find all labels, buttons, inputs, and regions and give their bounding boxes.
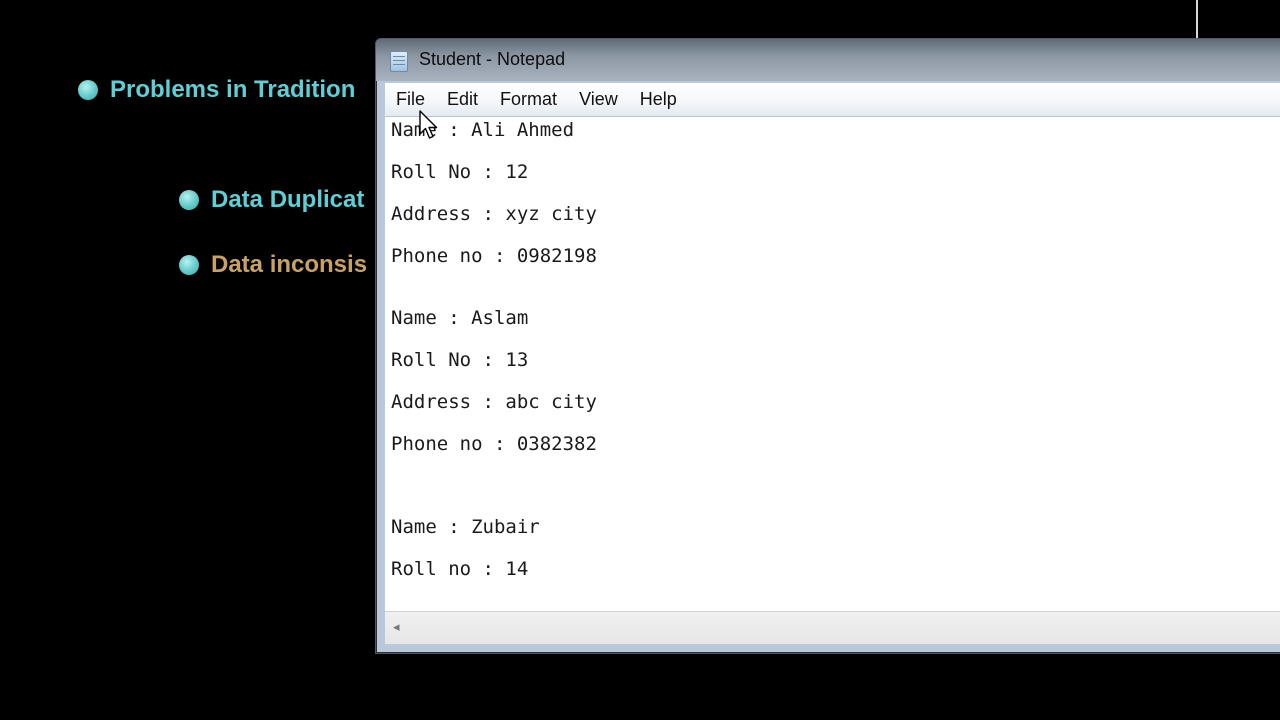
screen: Problems in Tradition Data Duplicat Data… (0, 0, 1280, 720)
slide-bullet-duplication: Data Duplicat (179, 186, 364, 214)
mouse-cursor-icon (419, 110, 438, 139)
editor-line: Phone no : 0382382 (391, 433, 597, 455)
window-title: Student - Notepad (419, 49, 566, 69)
notepad-icon (390, 51, 408, 72)
menu-view[interactable]: View (568, 83, 629, 116)
editor-line: Roll No : 13 (391, 349, 529, 371)
menu-help[interactable]: Help (629, 83, 688, 116)
notepad-window[interactable]: Student - Notepad File Edit Format View … (375, 38, 1280, 654)
slide-bullet-inconsistency: Data inconsis (179, 251, 367, 279)
menu-edit[interactable]: Edit (436, 83, 489, 116)
slide-bullet-text: Data inconsis (211, 251, 368, 278)
slide-bullet-text: Data Duplicat (211, 186, 365, 213)
text-editor-area[interactable]: Name : Ali Ahmed Roll No : 12 Address : … (385, 117, 1280, 611)
editor-line: Roll no : 14 (391, 558, 529, 580)
editor-line: Roll No : 12 (391, 161, 529, 183)
editor-line: Address : abc city (391, 391, 597, 413)
menu-format[interactable]: Format (489, 83, 568, 116)
bullet-dot-icon (179, 190, 199, 210)
horizontal-scrollbar[interactable]: ◂ (385, 611, 1280, 644)
editor-line: Name : Aslam (391, 307, 529, 329)
menu-bar: File Edit Format View Help (385, 83, 1280, 117)
title-bar[interactable]: Student - Notepad (376, 39, 1280, 81)
editor-line: Address : xyz city (391, 203, 597, 225)
slide-bullet-text: Problems in Tradition (110, 76, 356, 103)
editor-line: Name : Zubair (391, 516, 540, 538)
bullet-dot-icon (179, 255, 199, 275)
scroll-left-arrow-icon[interactable]: ◂ (393, 620, 400, 635)
slide-bullet-problems: Problems in Tradition (78, 76, 355, 104)
editor-line: Phone no : 0982198 (391, 245, 597, 267)
bullet-dot-icon (78, 80, 98, 100)
